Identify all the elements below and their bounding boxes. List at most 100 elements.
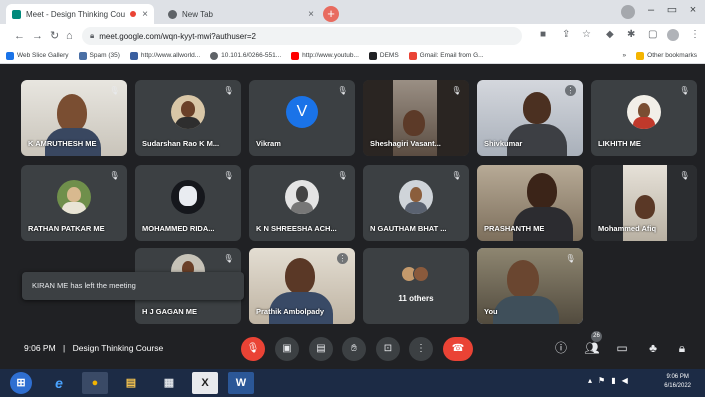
bookmark-allworld[interactable]: http://www.allworld...: [129, 51, 200, 60]
more-options-button[interactable]: ⋮: [409, 337, 433, 361]
more-options-icon[interactable]: ⋮: [565, 85, 576, 96]
profile-avatar[interactable]: [621, 5, 635, 19]
mic-off-icon: 🎙︎: [565, 254, 576, 263]
letter-avatar: V: [286, 95, 318, 128]
bookmark-ip[interactable]: 10.101.6/0266-551...: [210, 51, 281, 60]
flag-icon[interactable]: ⚑: [598, 376, 605, 385]
participant-tile[interactable]: 🎙︎ K AMRUTHESH ME: [21, 80, 127, 156]
menu-dots-icon[interactable]: ⋮: [690, 29, 700, 40]
more-options-icon[interactable]: ⋮: [337, 253, 348, 264]
file-explorer-icon[interactable]: ▤: [118, 372, 144, 394]
participant-tile[interactable]: 🎙︎ N GAUTHAM BHAT ...: [363, 165, 469, 241]
captions-button[interactable]: ▤: [309, 337, 333, 361]
clock-time: 9:06 PM: [666, 374, 689, 380]
bookmark-gmail[interactable]: Gmail: Email from G...: [408, 51, 484, 60]
mic-off-icon: 🎙︎: [223, 171, 234, 180]
account-avatar[interactable]: [667, 29, 679, 41]
lock-icon: 🔒︎: [90, 31, 95, 40]
tab-meet[interactable]: Meet - Design Thinking Cou ×: [6, 4, 154, 24]
bookmark-spam[interactable]: Spam (35): [78, 51, 120, 60]
minimize-button[interactable]: –: [640, 2, 662, 18]
person-face: [523, 92, 551, 124]
bookmark-web-slice[interactable]: Web Slice Gallery: [6, 51, 69, 60]
participant-tile[interactable]: 🎙︎ MOHAMMED RIDA...: [135, 165, 241, 241]
volume-icon[interactable]: ◀: [622, 376, 628, 385]
chat-button[interactable]: ▭: [614, 339, 630, 357]
bookmark-other[interactable]: Other bookmarks: [636, 51, 697, 60]
network-icon[interactable]: ▮: [611, 376, 615, 385]
start-button[interactable]: ⊞: [10, 372, 32, 394]
participant-tile[interactable]: 🎙︎ LIKHITH ME: [591, 80, 697, 156]
meeting-details-button[interactable]: ⓘ: [553, 339, 569, 357]
star-icon[interactable]: ☆: [582, 29, 591, 40]
self-tile[interactable]: 🎙︎ You: [477, 248, 583, 324]
reload-icon[interactable]: ↻: [50, 29, 59, 43]
bookmark-dems[interactable]: DEMS: [368, 51, 399, 60]
participant-tile[interactable]: V 🎙︎ Vikram: [249, 80, 355, 156]
person-face: [57, 94, 87, 132]
close-window-button[interactable]: ×: [682, 2, 704, 18]
raise-hand-button[interactable]: ✋︎: [342, 337, 366, 361]
participant-tile[interactable]: 🎙︎ Sudarshan Rao K M...: [135, 80, 241, 156]
clock-date: 6/16/2022: [664, 383, 691, 389]
others-tile[interactable]: 11 others: [363, 248, 469, 324]
activities-button[interactable]: ♣: [645, 339, 661, 357]
bookmark-overflow[interactable]: »: [623, 52, 627, 59]
maximize-button[interactable]: ▭: [661, 2, 683, 18]
new-tab-button[interactable]: +: [323, 6, 339, 22]
participant-name: Sudarshan Rao K M...: [142, 139, 220, 148]
participant-tile[interactable]: 🎙︎ Sheshagiri Vasant...: [363, 80, 469, 156]
close-tab-icon[interactable]: ×: [142, 9, 148, 20]
system-tray: ▴ ⚑ ▮ ◀: [588, 376, 628, 385]
avatar-face: [179, 185, 197, 206]
participant-tile[interactable]: 🎙︎ K N SHREESHA ACH...: [249, 165, 355, 241]
host-controls-button[interactable]: 🔒︎: [674, 339, 690, 357]
avatar-body: [175, 116, 201, 129]
camera-button[interactable]: ▣: [275, 337, 299, 361]
participant-name: Mohammed Afiq: [598, 224, 657, 233]
word-icon[interactable]: W: [228, 372, 254, 394]
address-bar[interactable]: 🔒︎ meet.google.com/wqn-kyyt-mwi?authuser…: [82, 27, 522, 45]
participant-name: PRASHANTH ME: [484, 224, 545, 233]
taskbar-clock[interactable]: 9:06 PM 6/16/2022: [664, 373, 691, 391]
excel-icon[interactable]: X: [192, 372, 218, 394]
meet-icon: [12, 9, 21, 19]
camera-icon[interactable]: ■: [540, 29, 546, 40]
tray-chevron-icon[interactable]: ▴: [588, 376, 592, 385]
page-icon: [129, 51, 138, 60]
forward-arrow-icon[interactable]: →: [32, 29, 43, 43]
tab-strip: Meet - Design Thinking Cou × New Tab × +…: [0, 0, 705, 24]
chrome-icon[interactable]: ●: [82, 372, 108, 394]
people-button[interactable]: 👥︎: [584, 339, 600, 357]
present-button[interactable]: ⊡: [376, 337, 400, 361]
url-text: meet.google.com/wqn-kyyt-mwi?authuser=2: [99, 31, 257, 41]
reading-list-icon[interactable]: ▢: [648, 29, 657, 40]
participant-tile[interactable]: 🎙︎ Mohammed Afiq: [591, 165, 697, 241]
participant-name: Vikram: [256, 139, 281, 148]
bookmark-youtube[interactable]: http://www.youtub...: [291, 51, 359, 60]
close-tab-icon[interactable]: ×: [308, 9, 314, 20]
end-call-button[interactable]: ☎︎: [443, 337, 473, 361]
home-icon[interactable]: ⌂: [66, 29, 73, 43]
puzzle-icon[interactable]: ✱: [627, 29, 635, 40]
participant-name: Prathik Ambolpady: [256, 307, 325, 316]
meeting-info: 9:06 PM | Design Thinking Course: [24, 343, 163, 353]
internet-explorer-icon[interactable]: e: [46, 372, 72, 394]
participant-tile[interactable]: ⋮ Prathik Ambolpady: [249, 248, 355, 324]
participant-name: RATHAN PATKAR ME: [28, 224, 105, 233]
calculator-icon[interactable]: ▦: [156, 372, 182, 394]
recording-icon: [130, 11, 137, 17]
mic-off-button[interactable]: 🎙︎: [241, 337, 265, 361]
mic-off-icon: 🎙︎: [451, 86, 462, 95]
avatar-body: [405, 201, 427, 214]
participant-tile[interactable]: ⋮ Shivkumar: [477, 80, 583, 156]
person-face: [635, 195, 655, 219]
extension-icon[interactable]: ◆: [606, 29, 614, 40]
participant-tile[interactable]: 🎙︎ RATHAN PATKAR ME: [21, 165, 127, 241]
back-arrow-icon[interactable]: ←: [14, 29, 25, 43]
participant-name: LIKHITH ME: [598, 139, 641, 148]
share-icon[interactable]: ⇪: [562, 29, 570, 40]
tab-new-tab[interactable]: New Tab ×: [162, 4, 320, 24]
person-face: [285, 258, 315, 294]
participant-tile[interactable]: PRASHANTH ME: [477, 165, 583, 241]
